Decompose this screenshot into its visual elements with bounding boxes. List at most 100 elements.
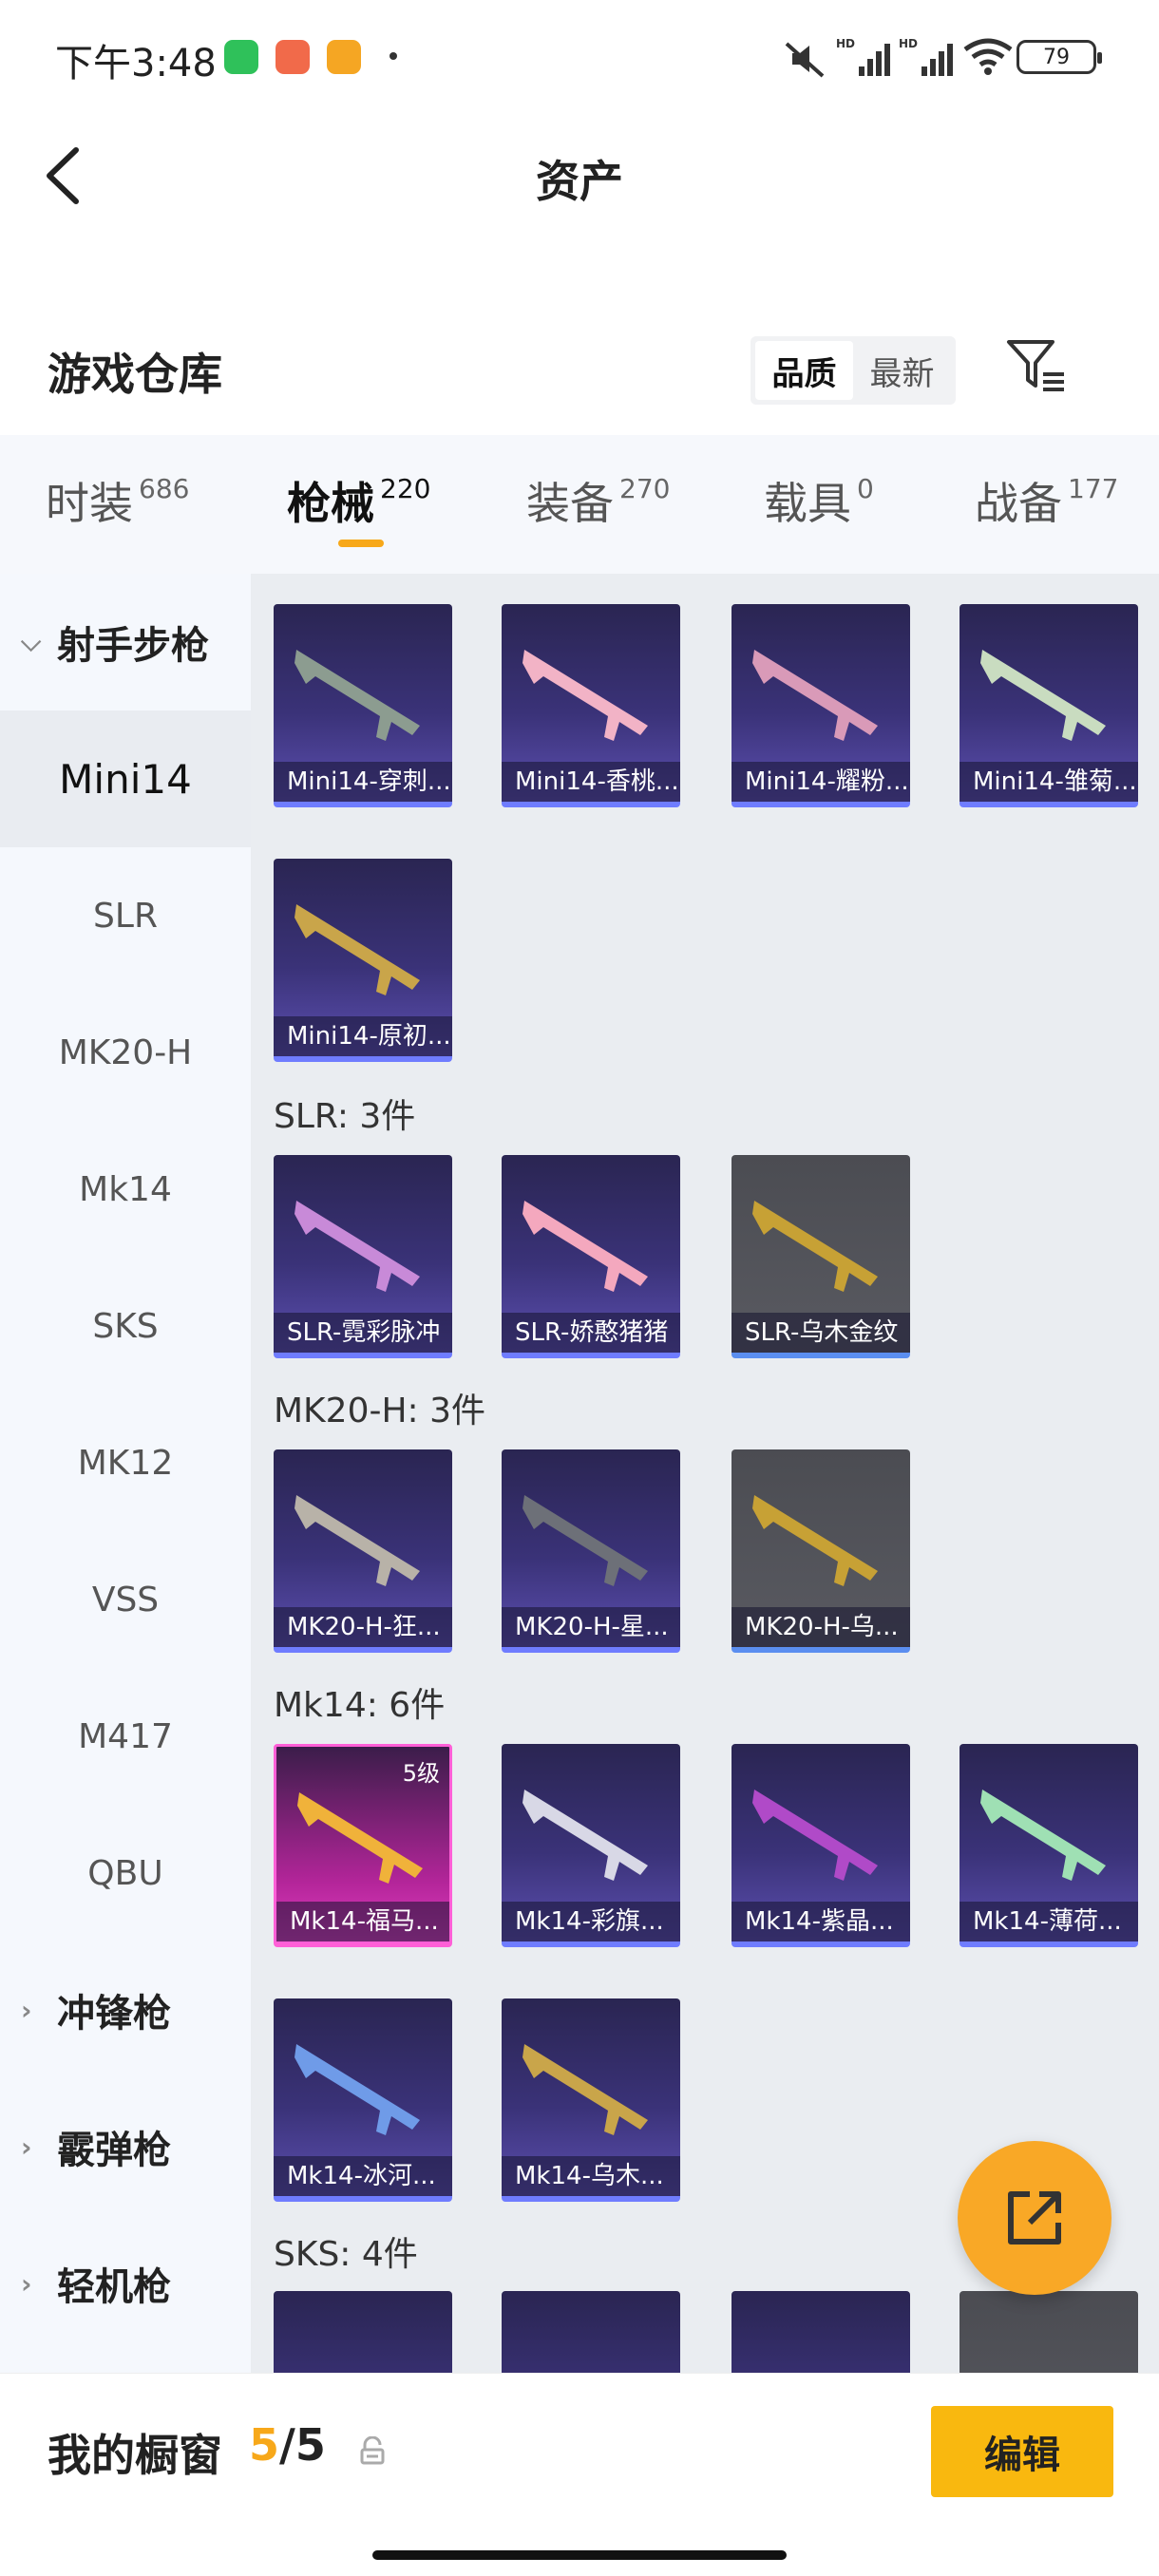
rifle-icon (980, 1790, 1106, 1881)
tab-label: 枪械 (287, 478, 374, 529)
sidebar-item-label: 冲锋枪 (57, 1992, 171, 2036)
item-card[interactable]: SLR-乌木金纹 (732, 1155, 910, 1358)
rifle-icon (297, 1792, 423, 1884)
status-bar: 下午3:48 HD HD 79 (0, 0, 1159, 114)
showcase-count: 5/5 (249, 2419, 326, 2471)
item-card[interactable]: Mk14-薄荷... (960, 1744, 1138, 1947)
item-card[interactable] (960, 2291, 1138, 2373)
wechat-icon (224, 40, 258, 74)
home-indicator[interactable] (372, 2550, 787, 2560)
item-name: SLR-霓彩脉冲 (274, 1313, 452, 1353)
showcase-current: 5 (249, 2419, 280, 2471)
sidebar-item-label: 轻机枪 (57, 2265, 171, 2309)
edit-button[interactable]: 编辑 (931, 2406, 1113, 2497)
sidebar-item-mk20h[interactable]: MK20-H (0, 984, 251, 1121)
wifi-icon (963, 38, 1013, 75)
showcase-title: 我的橱窗 (48, 2430, 222, 2481)
rifle-icon (522, 1201, 648, 1292)
item-card[interactable] (732, 2291, 910, 2373)
notification-dot (390, 52, 397, 60)
rifle-icon (294, 1495, 420, 1586)
mute-icon (785, 42, 825, 78)
item-name: Mk14-薄荷... (960, 1902, 1138, 1941)
rifle-icon (294, 904, 420, 995)
sidebar-item-vss[interactable]: VSS (0, 1531, 251, 1668)
rifle-icon (980, 650, 1106, 741)
sidebar-item-slr[interactable]: SLR (0, 847, 251, 984)
item-card[interactable]: Mini14-穿刺... (274, 604, 452, 807)
sort-quality-button[interactable]: 品质 (755, 341, 853, 400)
item-name: Mini14-香桃... (502, 762, 680, 802)
item-name: Mini14-穿刺... (274, 762, 452, 802)
sidebar-item-qbu[interactable]: QBU (0, 1805, 251, 1941)
page-title: 资产 (536, 156, 623, 207)
sidebar-item-label: 射手步枪 (57, 624, 209, 668)
item-card[interactable]: Mk14-紫晶... (732, 1744, 910, 1947)
sidebar-item-mk14[interactable]: Mk14 (0, 1121, 251, 1258)
rifle-icon (522, 2044, 648, 2135)
tab-label: 时装 (46, 478, 133, 529)
sidebar-item-mk12[interactable]: MK12 (0, 1394, 251, 1531)
tab-count: 177 (1068, 473, 1119, 504)
sidebar-item-mini14[interactable]: Mini14 (0, 710, 251, 847)
svg-text:HD: HD (836, 37, 855, 50)
tab-guns[interactable]: 枪械 220 (287, 469, 430, 532)
item-card[interactable]: Mk14-彩旗... (502, 1744, 680, 1947)
item-card[interactable]: Mini14-雏菊... (960, 604, 1138, 807)
rifle-icon (752, 650, 878, 741)
item-card[interactable]: MK20-H-星... (502, 1449, 680, 1653)
filter-icon[interactable] (1005, 338, 1068, 395)
item-name: Mini14-原初... (274, 1016, 452, 1056)
sort-newest-button[interactable]: 最新 (853, 341, 951, 400)
item-name: SLR-乌木金纹 (732, 1313, 910, 1353)
chevron-down-icon: ⌵ (21, 626, 42, 657)
item-card[interactable] (274, 2291, 452, 2373)
item-card[interactable]: Mk14-乌木... (502, 1998, 680, 2202)
sidebar-item-sks[interactable]: SKS (0, 1258, 251, 1394)
tab-label: 装备 (526, 478, 614, 529)
lock-icon (360, 2436, 385, 2465)
rifle-icon (522, 650, 648, 741)
item-card[interactable]: Mini14-香桃... (502, 604, 680, 807)
item-name: Mini14-耀粉... (732, 762, 910, 802)
red-app-icon (276, 40, 310, 74)
sidebar-item-m417[interactable]: M417 (0, 1668, 251, 1805)
tab-label: 战备 (975, 478, 1062, 529)
share-button[interactable] (958, 2141, 1112, 2295)
item-name: Mk14-福马... (276, 1902, 449, 1941)
tab-fashion[interactable]: 时装 686 (46, 469, 189, 532)
battery-indicator: 79 (1016, 40, 1102, 74)
status-time: 下午3:48 (55, 42, 217, 85)
sidebar-group-lmg[interactable]: › 轻机枪 (0, 2215, 251, 2352)
rifle-icon (752, 1790, 878, 1881)
section-header-mk14: Mk14: 6件 (274, 1686, 446, 1725)
sidebar-item-label: 霰弹枪 (57, 2129, 171, 2172)
tab-equipment[interactable]: 装备 270 (526, 469, 670, 532)
tab-supplies[interactable]: 战备 177 (975, 469, 1118, 532)
signal-hd-2-icon: HD (899, 37, 953, 76)
section-header-slr: SLR: 3件 (274, 1097, 416, 1136)
item-name: MK20-H-乌... (732, 1607, 910, 1647)
rifle-icon (294, 1201, 420, 1292)
item-card[interactable]: SLR-娇憨猪猪 (502, 1155, 680, 1358)
item-card[interactable]: Mini14-原初... (274, 859, 452, 1062)
chevron-right-icon: › (21, 2131, 32, 2163)
section-header-sks: SKS: 4件 (274, 2235, 418, 2274)
sidebar-group-marksman[interactable]: ⌵ 射手步枪 (0, 574, 251, 710)
item-card[interactable]: MK20-H-乌... (732, 1449, 910, 1653)
item-card[interactable]: 5级 Mk14-福马... (274, 1744, 452, 1947)
item-card[interactable]: SLR-霓彩脉冲 (274, 1155, 452, 1358)
sidebar-group-smg[interactable]: › 冲锋枪 (0, 1941, 251, 2078)
tab-vehicles[interactable]: 载具 0 (764, 469, 874, 532)
item-name: MK20-H-星... (502, 1607, 680, 1647)
item-card[interactable]: Mini14-耀粉... (732, 604, 910, 807)
section-header-mk20h: MK20-H: 3件 (274, 1392, 486, 1430)
svg-text:HD: HD (899, 37, 918, 50)
showcase-bar: 我的橱窗 5/5 编辑 (0, 2373, 1159, 2576)
sidebar-group-shotgun[interactable]: › 霰弹枪 (0, 2078, 251, 2215)
item-card[interactable]: Mk14-冰河... (274, 1998, 452, 2202)
item-card[interactable] (502, 2291, 680, 2373)
category-tabs: 时装 686 枪械 220 装备 270 载具 0 战备 177 (0, 435, 1159, 574)
item-card[interactable]: MK20-H-狂... (274, 1449, 452, 1653)
tab-count: 0 (857, 473, 874, 504)
